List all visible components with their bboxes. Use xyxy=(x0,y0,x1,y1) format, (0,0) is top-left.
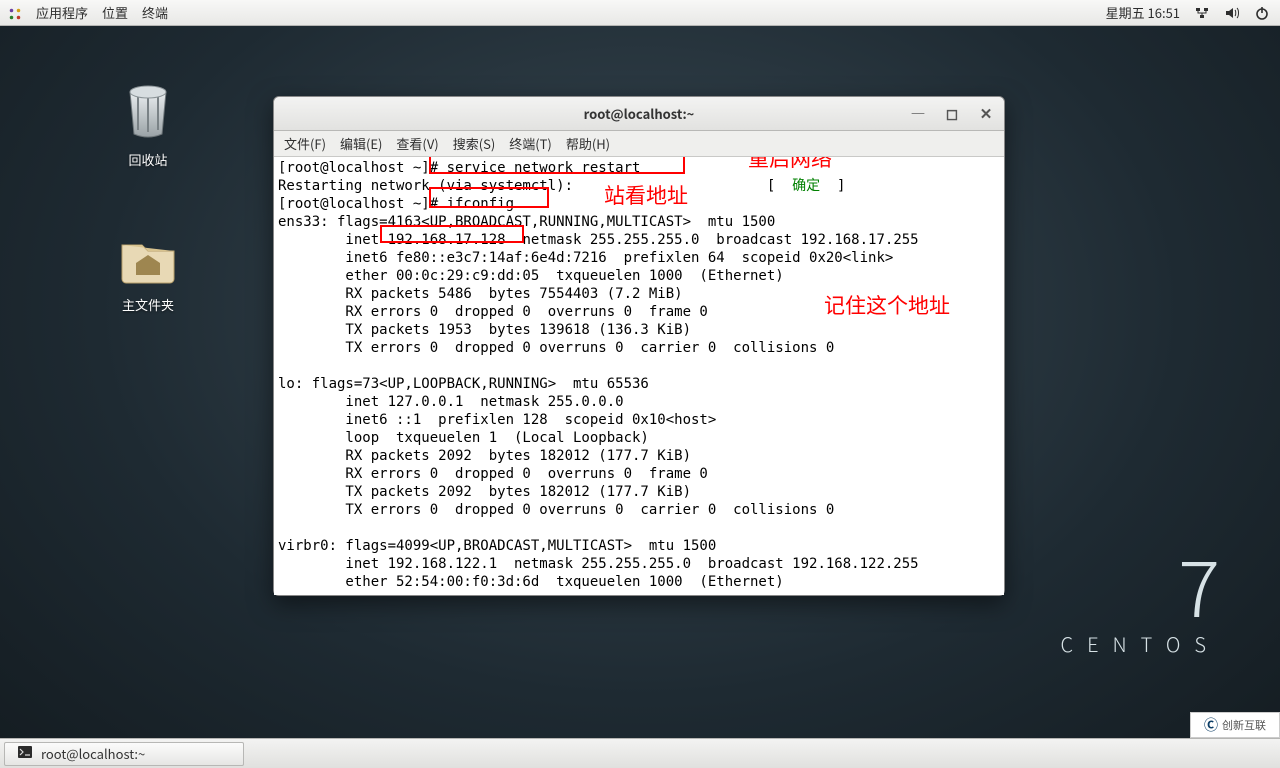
annotation-restart: 重启网络 xyxy=(748,157,832,168)
watermark-text: 创新互联 xyxy=(1222,717,1266,733)
network-icon[interactable] xyxy=(1194,5,1210,21)
term-line: TX packets 1953 bytes 139618 (136.3 KiB) xyxy=(278,322,691,338)
menu-help[interactable]: 帮助(H) xyxy=(566,134,610,153)
term-line: loop txqueuelen 1 (Local Loopback) xyxy=(278,430,649,446)
centos-wallpaper-logo: 7 CENTOS xyxy=(1061,545,1220,658)
term-line: virbr0: flags=4099<UP,BROADCAST,MULTICAS… xyxy=(278,538,716,554)
window-titlebar[interactable]: root@localhost:~ ― ◻ ✕ xyxy=(274,97,1004,131)
trash-icon xyxy=(116,80,180,144)
centos-seven: 7 xyxy=(1061,545,1220,623)
terminal-icon xyxy=(17,744,33,764)
menu-terminal[interactable]: 终端 xyxy=(142,3,168,22)
term-line: lo: flags=73<UP,LOOPBACK,RUNNING> mtu 65… xyxy=(278,376,649,392)
bottom-taskbar: root@localhost:~ xyxy=(0,738,1280,768)
window-title: root@localhost:~ xyxy=(584,104,695,123)
term-line: ens33: flags=4163<UP,BROADCAST,RUNNING,M… xyxy=(278,214,775,230)
taskbar-label: root@localhost:~ xyxy=(41,744,145,763)
term-line: [root@localhost ~] xyxy=(278,160,430,176)
terminal-menubar: 文件(F) 编辑(E) 查看(V) 搜索(S) 终端(T) 帮助(H) xyxy=(274,131,1004,157)
gnome-topbar: 应用程序 位置 终端 星期五 16:51 xyxy=(0,0,1280,26)
home-label: 主文件夹 xyxy=(98,295,198,314)
term-line: inet xyxy=(278,232,388,248)
menu-places[interactable]: 位置 xyxy=(102,3,128,22)
menu-view[interactable]: 查看(V) xyxy=(396,134,438,153)
term-line: TX errors 0 dropped 0 overruns 0 carrier… xyxy=(278,340,834,356)
term-line: TX errors 0 dropped 0 overruns 0 carrier… xyxy=(278,502,834,518)
terminal-window: root@localhost:~ ― ◻ ✕ 文件(F) 编辑(E) 查看(V)… xyxy=(273,96,1005,596)
annotation-remember: 记住这个地址 xyxy=(824,297,950,315)
desktop-home[interactable]: 主文件夹 xyxy=(98,225,198,314)
term-line: RX errors 0 dropped 0 overruns 0 frame 0 xyxy=(278,304,708,320)
menu-applications[interactable]: 应用程序 xyxy=(36,3,88,22)
activities-icon xyxy=(8,6,22,20)
term-line: Restarting network (via systemctl): xyxy=(278,178,573,194)
ok-label: 确定 xyxy=(792,178,820,194)
term-line: inet 192.168.122.1 netmask 255.255.255.0… xyxy=(278,556,919,572)
term-line: ] xyxy=(820,178,845,194)
term-line: inet6 fe80::e3c7:14af:6e4d:7216 prefixle… xyxy=(278,250,893,266)
trash-label: 回收站 xyxy=(98,150,198,169)
term-line: [root@localhost ~] xyxy=(278,196,430,212)
menu-file[interactable]: 文件(F) xyxy=(284,134,326,153)
clock-label[interactable]: 星期五 16:51 xyxy=(1106,3,1180,22)
term-line: RX packets 5486 bytes 7554403 (7.2 MiB) xyxy=(278,286,683,302)
term-line: netmask 255.255.255.0 broadcast 192.168.… xyxy=(506,232,919,248)
centos-word: CENTOS xyxy=(1061,629,1220,658)
term-line: ether 52:54:00:f0:3d:6d txqueuelen 1000 … xyxy=(278,574,784,590)
term-line: inet6 ::1 prefixlen 128 scopeid 0x10<hos… xyxy=(278,412,716,428)
terminal-body[interactable]: [root@localhost ~]# service network rest… xyxy=(274,157,1004,595)
menu-search[interactable]: 搜索(S) xyxy=(453,134,496,153)
term-line: RX errors 0 dropped 0 overruns 0 frame 0 xyxy=(278,466,708,482)
taskbar-item-terminal[interactable]: root@localhost:~ xyxy=(4,742,244,766)
home-folder-icon xyxy=(116,225,180,289)
term-line: ether 00:0c:29:c9:dd:05 txqueuelen 1000 … xyxy=(278,268,784,284)
menu-terminal[interactable]: 终端(T) xyxy=(509,134,552,153)
ip-address: 192.168.17.128 xyxy=(388,232,506,248)
term-line: # service network restart xyxy=(430,160,641,176)
term-line: inet 127.0.0.1 netmask 255.0.0.0 xyxy=(278,394,624,410)
volume-icon[interactable] xyxy=(1224,5,1240,21)
window-maximize-button[interactable]: ◻ xyxy=(940,101,964,125)
window-minimize-button[interactable]: ― xyxy=(906,101,930,125)
power-icon[interactable] xyxy=(1254,5,1270,21)
term-line: [ xyxy=(573,178,792,194)
term-line: # ifconfig xyxy=(430,196,514,212)
window-close-button[interactable]: ✕ xyxy=(974,101,998,125)
desktop-trash[interactable]: 回收站 xyxy=(98,80,198,169)
term-line: TX packets 2092 bytes 182012 (177.7 KiB) xyxy=(278,484,691,500)
term-line: RX packets 2092 bytes 182012 (177.7 KiB) xyxy=(278,448,691,464)
menu-edit[interactable]: 编辑(E) xyxy=(340,134,382,153)
watermark: Ⓒ创新互联 xyxy=(1190,712,1280,738)
